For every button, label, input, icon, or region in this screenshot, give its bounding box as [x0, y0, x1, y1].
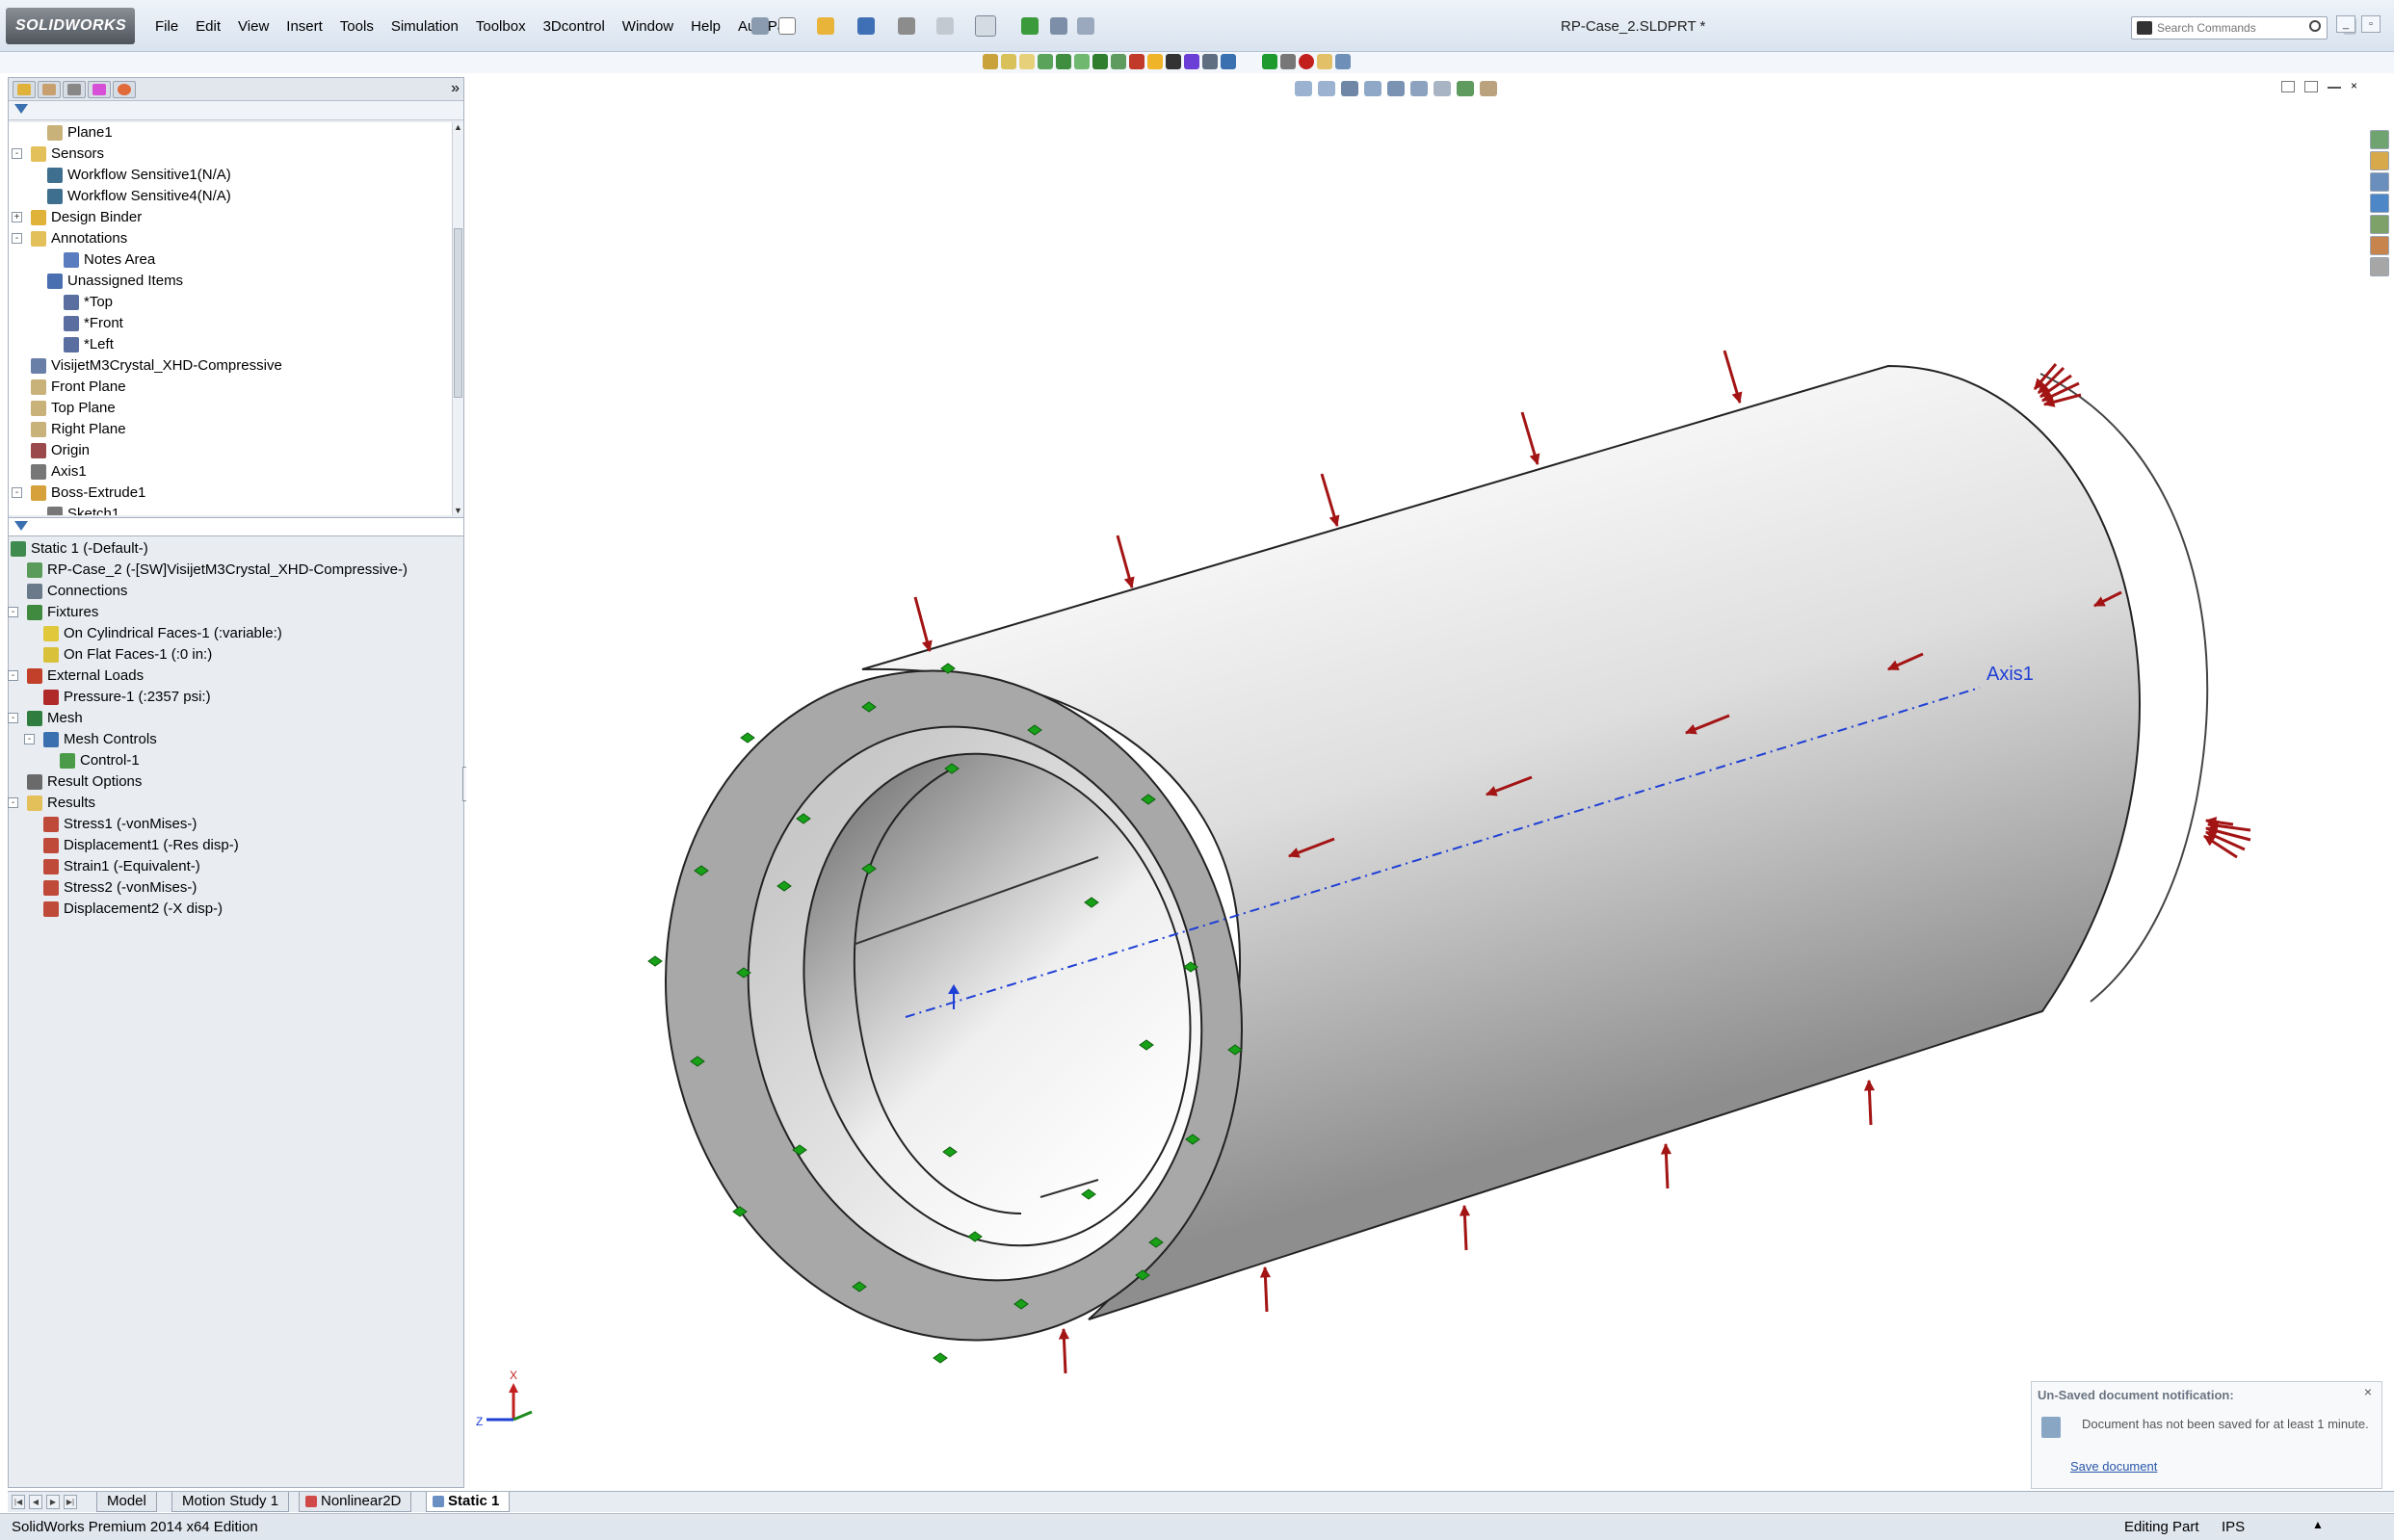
pressure-arrow-head: [1459, 1204, 1471, 1216]
pressure-arrow-head: [2203, 835, 2216, 847]
unsaved-notification: Un-Saved document notification: × Docume…: [2031, 1381, 2382, 1489]
unit-system-selector[interactable]: IPS: [2222, 1519, 2245, 1535]
pressure-arrow-head: [1863, 1079, 1876, 1091]
pressure-arrow-head: [1123, 576, 1135, 589]
notification-title: Un-Saved document notification:: [2038, 1388, 2234, 1402]
tab-nonlinear2d[interactable]: Nonlinear2D: [299, 1492, 412, 1512]
close-icon[interactable]: ×: [2364, 1384, 2372, 1399]
pressure-arrow-head: [1529, 453, 1540, 466]
status-edition: SolidWorks Premium 2014 x64 Edition: [12, 1519, 258, 1535]
pressure-arrow-head: [1660, 1142, 1672, 1155]
tab-motion-study-1[interactable]: Motion Study 1: [171, 1492, 290, 1512]
triad-z-label: Z: [476, 1415, 483, 1428]
fixture-marker: [647, 955, 663, 967]
status-mode: Editing Part: [2124, 1519, 2199, 1535]
first-tab-icon[interactable]: |◀: [12, 1495, 25, 1509]
tab-static-1-label: Static 1: [448, 1493, 500, 1509]
next-tab-icon[interactable]: ▶: [46, 1495, 60, 1509]
pressure-arrow-head: [1329, 514, 1340, 528]
tab-model[interactable]: Model: [96, 1492, 157, 1512]
study-tabs-bar: |◀ ◀ ▶ ▶| Model Motion Study 1 Nonlinear…: [8, 1491, 2394, 1512]
tab-nonlinear2d-label: Nonlinear2D: [321, 1493, 402, 1509]
nonlinear-study-icon: [305, 1496, 317, 1507]
coordinate-triad: X Z: [476, 1369, 533, 1428]
status-bar: SolidWorks Premium 2014 x64 Edition Edit…: [0, 1513, 2394, 1540]
fixture-marker: [933, 1352, 948, 1364]
pressure-arrow-head: [1731, 391, 1743, 405]
model-view[interactable]: Axis1 X Z: [0, 0, 2394, 1540]
prev-tab-icon[interactable]: ◀: [29, 1495, 42, 1509]
unit-system-arrow-icon[interactable]: ▲: [2312, 1518, 2324, 1531]
axis1-label[interactable]: Axis1: [1986, 664, 2034, 685]
triad-x-label: X: [510, 1369, 517, 1382]
floppy-disk-icon: [2041, 1417, 2061, 1438]
tab-static-1[interactable]: Static 1: [426, 1492, 511, 1512]
pressure-arrow-head: [1058, 1327, 1070, 1340]
static-study-icon: [433, 1496, 444, 1507]
notification-message: Document has not been saved for at least…: [2082, 1417, 2369, 1431]
fixture-marker: [740, 732, 755, 744]
save-document-link[interactable]: Save document: [2070, 1459, 2157, 1474]
last-tab-icon[interactable]: ▶|: [64, 1495, 77, 1509]
pressure-arrow-head: [1259, 1266, 1272, 1278]
